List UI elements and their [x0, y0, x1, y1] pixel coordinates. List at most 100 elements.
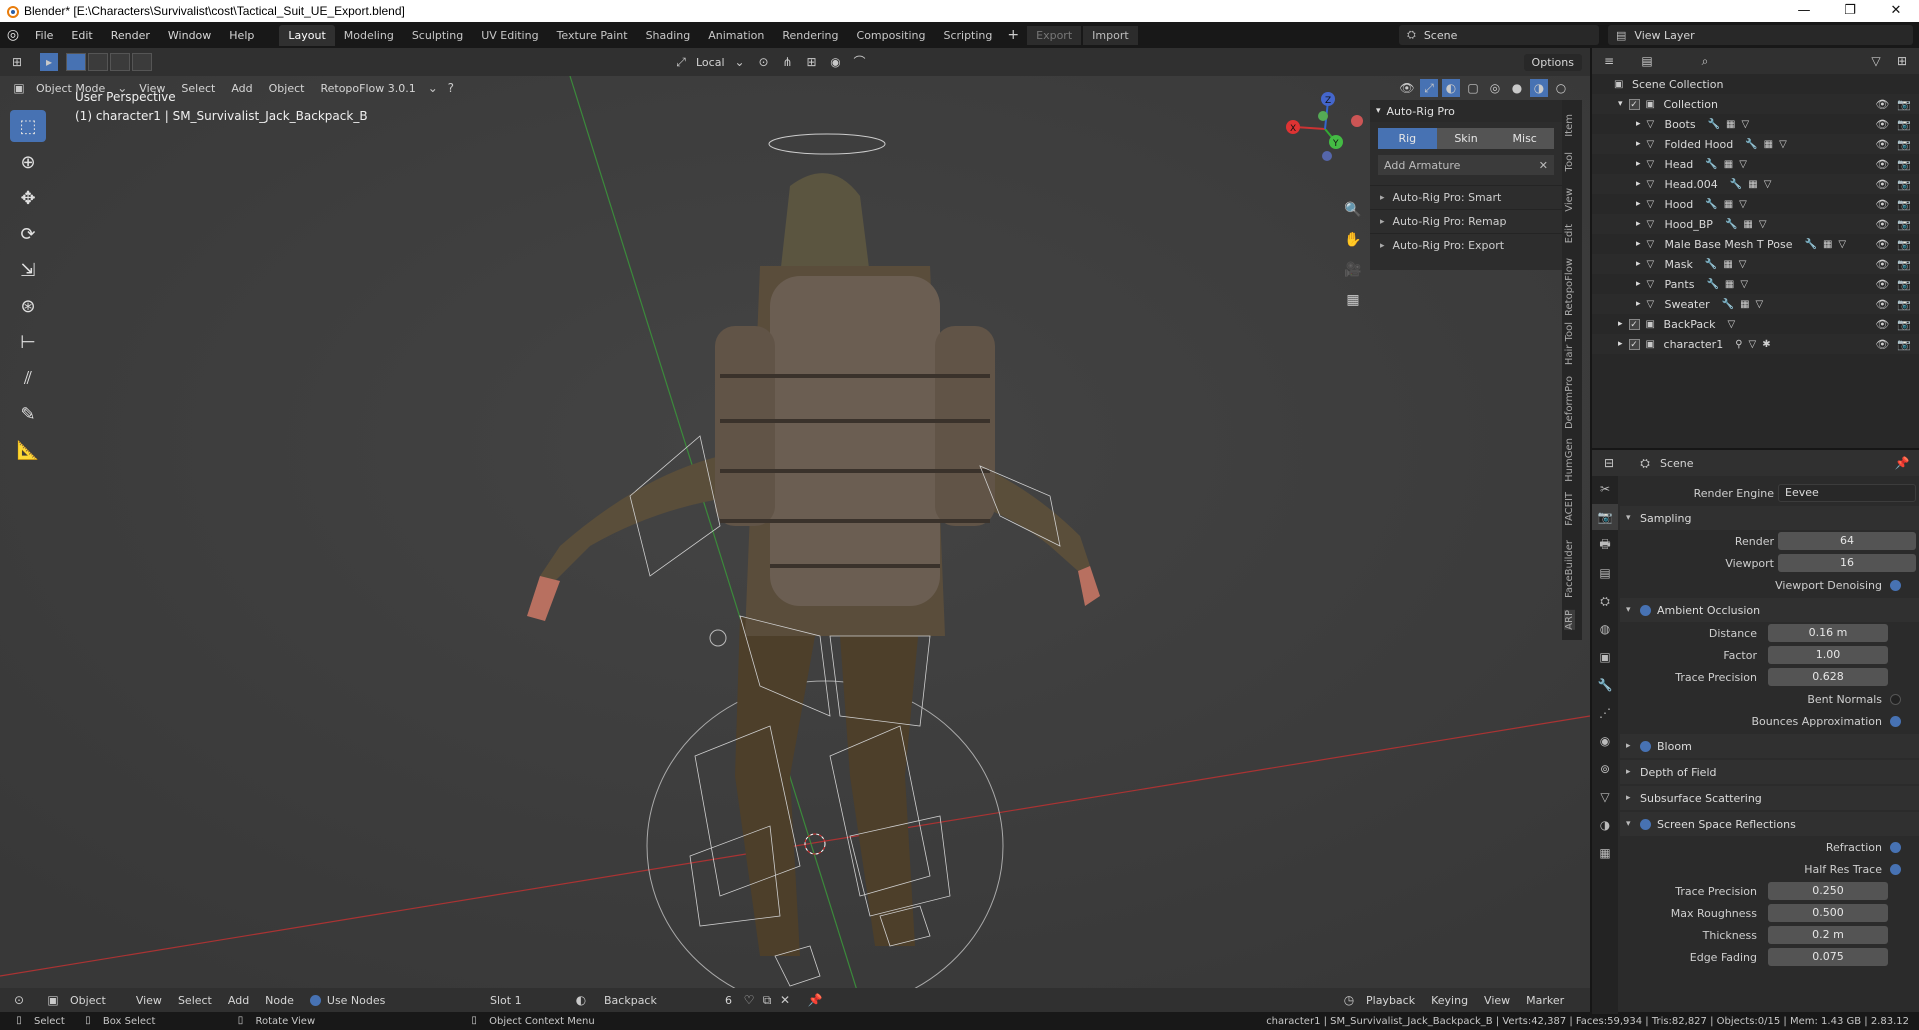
eye-icon[interactable]: 👁 [1875, 218, 1889, 231]
proportional-edit-icon[interactable]: ◉ [827, 53, 845, 71]
zoom-icon[interactable]: 🔍 [1341, 198, 1365, 222]
grid-ortho-icon[interactable]: ▦ [1341, 288, 1365, 312]
3d-viewport[interactable]: User Perspective (1) character1 | SM_Sur… [0, 76, 1590, 1000]
ssr-panel-header[interactable]: ▾ Screen Space Reflections [1620, 812, 1919, 836]
output-properties-icon[interactable]: 🖶 [1592, 532, 1618, 558]
select-subtract-icon[interactable] [110, 53, 130, 71]
camera-icon[interactable]: 📷 [1897, 198, 1911, 211]
pan-hand-icon[interactable]: ✋ [1341, 228, 1365, 252]
expand-icon[interactable]: ▸ [1636, 119, 1641, 129]
physics-properties-icon[interactable]: ◉ [1592, 728, 1618, 754]
shading-material-icon[interactable]: ◑ [1530, 79, 1548, 97]
menu-view[interactable]: View [131, 82, 173, 95]
close-icon[interactable]: ✕ [1539, 159, 1548, 172]
marker-menu[interactable]: Marker [1518, 994, 1572, 1007]
menu-help[interactable]: Help [220, 29, 263, 42]
import-button[interactable]: Import [1083, 25, 1138, 45]
texture-properties-icon[interactable]: ▦ [1592, 840, 1618, 866]
subpanel-remap[interactable]: Auto-Rig Pro: Remap [1370, 209, 1562, 233]
bounces-approx-checkbox[interactable] [1890, 715, 1901, 727]
scene-selector[interactable]: ⛭ Scene [1399, 25, 1599, 45]
search-icon[interactable]: ⌕ [1696, 52, 1714, 70]
tab-compositing[interactable]: Compositing [848, 25, 935, 46]
outliner-item[interactable]: ▸ ▽ Pants 🔧 ▦ ▽ 👁 📷 [1592, 274, 1919, 294]
outliner-item[interactable]: ▸ ▽ Head.004 🔧 ▦ ▽ 👁 📷 [1592, 174, 1919, 194]
new-collection-icon[interactable]: ⊞ [1893, 52, 1911, 70]
eye-icon[interactable]: 👁 [1875, 298, 1889, 311]
ambient-occlusion-checkbox[interactable] [1640, 604, 1651, 616]
menu-select[interactable]: Select [173, 82, 223, 95]
fake-user-icon[interactable]: ♡ [740, 991, 758, 1009]
expand-icon[interactable]: ▸ [1636, 159, 1641, 169]
ssr-trace-precision-field[interactable]: 0.250 [1768, 882, 1888, 900]
menu-add[interactable]: Add [220, 994, 257, 1007]
outliner-item[interactable]: ▸ ▽ Hood_BP 🔧 ▦ ▽ 👁 📷 [1592, 214, 1919, 234]
outliner-item[interactable]: ▸ ▽ Head 🔧 ▦ ▽ 👁 📷 [1592, 154, 1919, 174]
camera-icon[interactable]: 📷 [1897, 258, 1911, 271]
bloom-checkbox[interactable] [1640, 740, 1651, 752]
menu-edit[interactable]: Edit [62, 29, 101, 42]
camera-icon[interactable]: 📷 [1897, 138, 1911, 151]
expand-icon[interactable]: ▸ [1636, 199, 1641, 209]
collection-checkbox[interactable]: ✓ [1628, 338, 1640, 350]
outliner-collection-backpack[interactable]: ▸ ✓ ▣ BackPack ▽ 👁 📷 [1592, 314, 1919, 334]
max-roughness-field[interactable]: 0.500 [1768, 904, 1888, 922]
shading-rendered-icon[interactable]: ○ [1552, 79, 1570, 97]
outliner-scene-collection[interactable]: ▣ Scene Collection [1592, 74, 1919, 94]
camera-icon[interactable]: 📷 [1897, 298, 1911, 311]
select-new-icon[interactable] [66, 53, 86, 71]
camera-icon[interactable]: 📷 [1897, 238, 1911, 251]
select-extend-icon[interactable] [88, 53, 108, 71]
bloom-panel-header[interactable]: ▸ Bloom [1620, 734, 1919, 758]
world-properties-icon[interactable]: ◍ [1592, 616, 1618, 642]
sidetab-view[interactable]: View [1564, 188, 1575, 212]
xray-icon[interactable]: ▢ [1464, 79, 1482, 97]
eye-icon[interactable]: 👁 [1875, 338, 1889, 351]
menu-view[interactable]: View [128, 994, 170, 1007]
select-intersect-icon[interactable] [132, 53, 152, 71]
pin-icon[interactable]: 📌 [806, 991, 824, 1009]
visibility-icon[interactable]: 👁 [1398, 79, 1416, 97]
pin-icon[interactable]: 📌 [1893, 454, 1911, 472]
camera-icon[interactable]: 📷 [1897, 98, 1911, 111]
half-res-trace-checkbox[interactable] [1890, 863, 1901, 875]
filter-icon[interactable]: ▽ [1867, 52, 1885, 70]
collection-checkbox[interactable]: ✓ [1628, 98, 1640, 110]
select-tool-icon[interactable]: ▸ [40, 53, 58, 71]
eye-icon[interactable]: 👁 [1875, 278, 1889, 291]
camera-icon[interactable]: 📷 [1897, 218, 1911, 231]
outliner-item[interactable]: ▸ ▽ Male Base Mesh T Pose 🔧 ▦ ▽ 👁 📷 [1592, 234, 1919, 254]
expand-icon[interactable]: ▾ [1618, 99, 1623, 109]
eye-icon[interactable]: 👁 [1875, 158, 1889, 171]
measure-tool-icon[interactable]: 📐 [10, 434, 46, 466]
depth-of-field-panel-header[interactable]: ▸ Depth of Field [1620, 760, 1919, 784]
view-layer-selector[interactable]: ▤ View Layer [1608, 25, 1913, 45]
scale-tool-icon[interactable]: ⇲ [10, 254, 46, 286]
expand-icon[interactable]: ▸ [1618, 339, 1623, 349]
expand-icon[interactable]: ▸ [1636, 219, 1641, 229]
tab-rig[interactable]: Rig [1378, 128, 1437, 149]
menu-select[interactable]: Select [170, 994, 220, 1007]
camera-icon[interactable]: 📷 [1897, 318, 1911, 331]
tab-shading[interactable]: Shading [637, 25, 700, 46]
editor-type-icon[interactable]: ⊞ [8, 53, 26, 71]
editor-type-icon[interactable]: ≡ [1600, 52, 1618, 70]
scene-properties-icon[interactable]: ⛭ [1592, 588, 1618, 614]
keying-menu[interactable]: Keying [1423, 994, 1476, 1007]
subpanel-smart[interactable]: Auto-Rig Pro: Smart [1370, 185, 1562, 209]
export-button[interactable]: Export [1027, 25, 1082, 45]
sidetab-humgen[interactable]: HumGen [1564, 438, 1575, 482]
expand-icon[interactable]: ▸ [1636, 239, 1641, 249]
display-mode-icon[interactable]: ▤ [1638, 52, 1656, 70]
render-engine-dropdown[interactable]: Eevee [1778, 484, 1916, 502]
object-mode-dropdown[interactable]: Object Mode [28, 82, 113, 95]
outliner-item[interactable]: ▸ ▽ Sweater 🔧 ▦ ▽ 👁 📷 [1592, 294, 1919, 314]
gizmo-icon[interactable]: ⤢ [1420, 79, 1438, 97]
object-properties-icon[interactable]: ▣ [1592, 644, 1618, 670]
panel-title[interactable]: ▾ Auto-Rig Pro [1370, 100, 1562, 122]
slot-dropdown[interactable]: Slot 1 [490, 994, 522, 1007]
sidetab-item[interactable]: Item [1564, 114, 1575, 137]
shader-type-dropdown[interactable]: Object [62, 994, 114, 1007]
outliner-collection[interactable]: ▾ ✓ ▣ Collection 👁 📷 [1592, 94, 1919, 114]
bent-normals-checkbox[interactable] [1890, 693, 1901, 705]
